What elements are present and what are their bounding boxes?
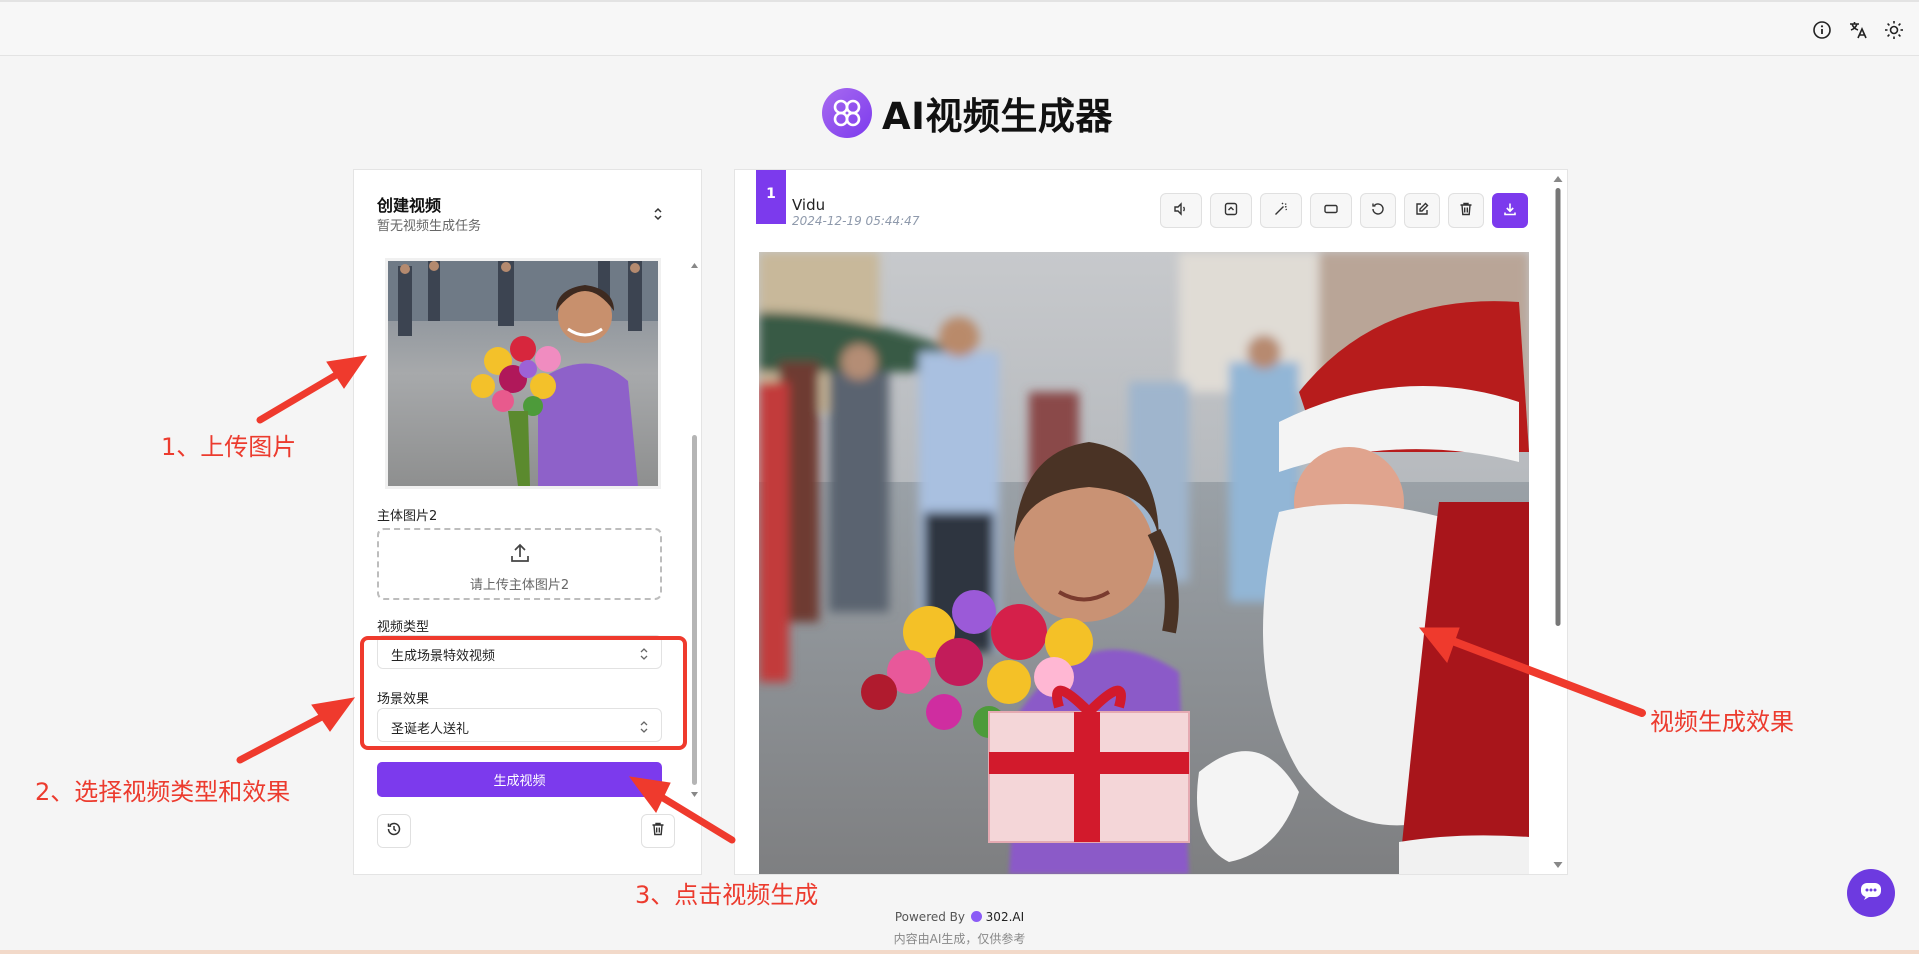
aspect-ratio-button[interactable] [1310,193,1352,228]
translate-icon[interactable] [1847,19,1869,41]
upload-dropzone[interactable]: 请上传主体图片2 [377,528,662,600]
volume-button[interactable] [1160,193,1202,228]
clear-button[interactable] [641,814,675,848]
generate-video-button[interactable]: 生成视频 [377,762,662,797]
annotation-step-1: 1、上传图片 [161,433,297,461]
chevron-updown-icon[interactable] [652,206,664,226]
download-icon [1502,201,1518,221]
aspect-ratio-icon [1323,201,1339,221]
annotation-step-2: 2、选择视频类型和效果 [35,778,291,806]
app-logo-icon [822,88,872,138]
video-result-panel: 1 Vidu 2024-12-19 05:44:47 [734,169,1568,875]
expand-button[interactable] [1210,193,1252,228]
trash-icon [650,821,666,841]
history-button[interactable] [377,814,411,848]
delete-button[interactable] [1448,193,1484,228]
info-icon[interactable] [1811,19,1833,41]
app-title: AI视频生成器 [882,95,1113,138]
sun-icon[interactable] [1883,19,1905,41]
download-button[interactable] [1492,193,1528,228]
magic-button[interactable] [1260,193,1302,228]
top-bar [0,0,1919,56]
upload-placeholder: 请上传主体图片2 [469,578,570,593]
generated-video-preview[interactable] [759,252,1529,874]
edit-icon [1414,201,1430,221]
annotation-step-3: 3、点击视频生成 [635,881,819,909]
chat-icon [1858,878,1884,908]
upload-icon [379,542,660,568]
brand-logo-small-icon [970,911,982,922]
regenerate-button[interactable] [1360,193,1396,228]
panel-title: 创建视频 [377,196,442,215]
task-index-badge: 1 [756,170,786,224]
powered-by: Powered By 302.AI [0,910,1919,924]
uploaded-main-image[interactable] [385,258,661,489]
powered-by-label: Powered By [894,910,966,924]
video-type-label: 视频类型 [377,620,430,635]
footer-disclaimer: 内容由AI生成，仅供参考 [893,932,1026,946]
task-model-name: Vidu [792,196,826,214]
expand-icon [1223,201,1239,221]
edit-button[interactable] [1404,193,1440,228]
refresh-icon [1370,201,1386,221]
annotation-result: 视频生成效果 [1650,708,1794,736]
left-panel-scrollbar[interactable] [690,260,699,800]
trash-icon [1458,201,1474,221]
app-header: AI视频生成器 [822,86,1113,140]
volume-icon [1173,201,1189,221]
main-image-2-label: 主体图片2 [377,509,438,524]
footer-brand-link[interactable]: 302.AI [986,910,1024,924]
top-icons [1811,19,1905,41]
magic-wand-icon [1273,201,1289,221]
bottom-border [0,950,1919,954]
chat-support-button[interactable] [1847,869,1895,917]
history-icon [386,821,402,841]
right-panel-scrollbar[interactable] [1552,174,1564,870]
panel-subtitle: 暂无视频生成任务 [377,219,482,234]
annotation-highlight-box [360,636,687,750]
create-video-panel: 创建视频 暂无视频生成任务 主体图片2 请上传主体图片2 视频类型 生成场景特效… [353,169,702,875]
task-timestamp: 2024-12-19 05:44:47 [792,214,920,228]
